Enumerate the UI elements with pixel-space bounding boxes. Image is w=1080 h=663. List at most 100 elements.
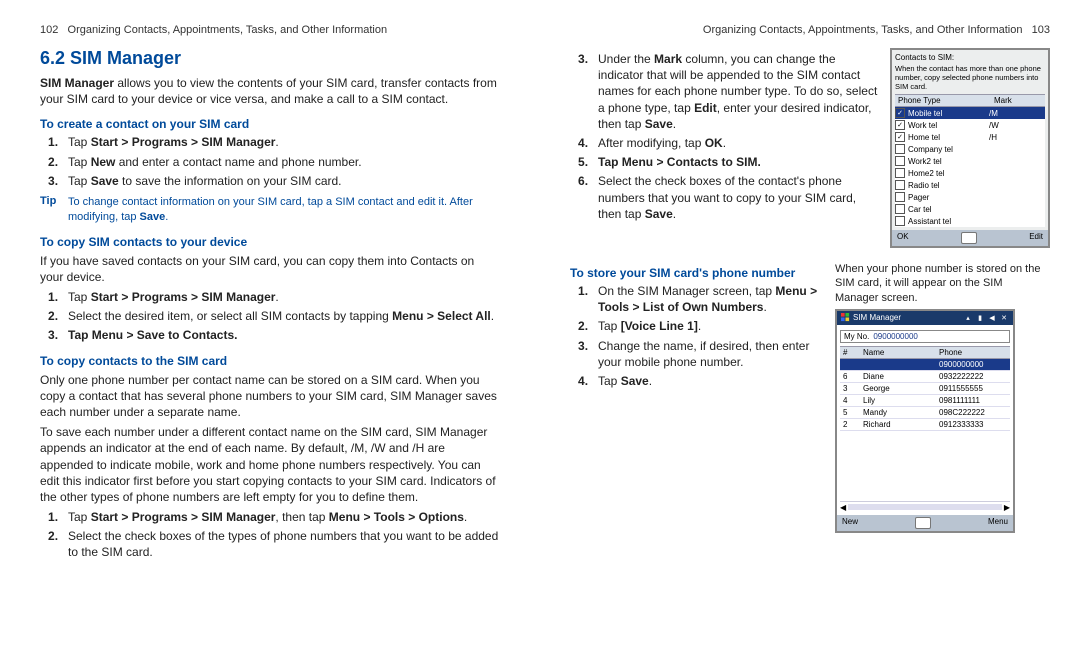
checkbox[interactable]	[895, 168, 905, 178]
checkbox[interactable]	[895, 192, 905, 202]
step: Select the check boxes of the contact's …	[570, 173, 880, 222]
shot1-bottombar: OK Edit	[892, 230, 1048, 246]
page-number: 102	[40, 24, 58, 36]
row-num: 4	[840, 395, 860, 406]
steps-create-contact: Tap Start > Programs > SIM Manager. Tap …	[40, 134, 500, 189]
speaker-icon: ◀	[987, 313, 997, 323]
contact-row[interactable]: 6Diane0932222222	[840, 371, 1010, 383]
tip-label: Tip	[40, 195, 68, 225]
paragraph: If you have saved contacts on your SIM c…	[40, 253, 500, 285]
shot1-header-row: Phone Type Mark	[895, 94, 1045, 107]
running-head-left: 102 Organizing Contacts, Appointments, T…	[40, 24, 500, 36]
caption-own-number: When your phone number is stored on the …	[835, 262, 1045, 305]
phone-type-row[interactable]: ✓Home tel/H	[895, 131, 1045, 143]
row-name: George	[860, 383, 936, 394]
my-number-value: 0900000000	[873, 332, 918, 341]
windows-start-icon[interactable]	[841, 313, 850, 322]
keyboard-icon[interactable]	[915, 517, 931, 529]
phone-type-row[interactable]: Radio tel	[895, 179, 1045, 191]
screenshot-contacts-to-sim: Contacts to SIM: When the contact has mo…	[890, 48, 1050, 248]
my-number-label: My No.	[844, 332, 869, 341]
row-num: 3	[840, 383, 860, 394]
keyboard-icon[interactable]	[961, 232, 977, 244]
row-phone: 0911555555	[936, 383, 986, 394]
shot2-bottombar: New Menu	[837, 515, 1013, 531]
steps-copy-to-sim: Tap Start > Programs > SIM Manager, then…	[40, 509, 500, 561]
steps-copy-to-device: Tap Start > Programs > SIM Manager. Sele…	[40, 289, 500, 344]
shot1-note: When the contact has more than one phone…	[895, 64, 1045, 91]
step: Tap Menu > Contacts to SIM.	[570, 154, 880, 170]
running-head-right: Organizing Contacts, Appointments, Tasks…	[570, 24, 1050, 36]
checkbox[interactable]	[895, 144, 905, 154]
shot1-title: Contacts to SIM:	[895, 53, 1045, 62]
step: Tap Save to save the information on your…	[40, 173, 500, 189]
phone-type-row[interactable]: ✓Mobile tel/M	[895, 107, 1045, 119]
contact-row[interactable]: 5Mandy098C222222	[840, 407, 1010, 419]
intro-paragraph: SIM Manager allows you to view the conte…	[40, 75, 500, 107]
tip-text: To change contact information on your SI…	[68, 195, 500, 225]
step: Tap Start > Programs > SIM Manager.	[40, 134, 500, 150]
step: After modifying, tap OK.	[570, 135, 880, 151]
scrollbar-track[interactable]	[848, 504, 1002, 510]
checkbox[interactable]	[895, 156, 905, 166]
page-number: 103	[1032, 24, 1050, 36]
scroll-left-icon[interactable]: ◀	[840, 503, 846, 512]
page-103: Organizing Contacts, Appointments, Tasks…	[540, 0, 1080, 663]
my-number-field[interactable]: My No. 0900000000	[840, 330, 1010, 343]
menu-softkey[interactable]: Menu	[988, 517, 1008, 529]
row-phone: 0932222222	[936, 371, 987, 382]
step: Tap Start > Programs > SIM Manager.	[40, 289, 500, 305]
contact-row[interactable]: 4Lily0981111111	[840, 395, 1010, 407]
phone-type-row[interactable]: ✓Work tel/W	[895, 119, 1045, 131]
contact-row[interactable]: 3George0911555555	[840, 383, 1010, 395]
shot2-titlebar: SIM Manager ▴ ▮ ◀ ✕	[837, 311, 1013, 325]
phone-type-label: Home2 tel	[908, 169, 986, 178]
row-name: Mandy	[860, 407, 936, 418]
mark-label: /M	[989, 109, 998, 118]
step: Under the Mark column, you can change th…	[570, 51, 880, 132]
phone-type-label: Car tel	[908, 205, 986, 214]
phone-type-label: Mobile tel	[908, 109, 986, 118]
steps-copy-to-sim-cont: Under the Mark column, you can change th…	[570, 51, 880, 222]
checkbox[interactable]: ✓	[895, 108, 905, 118]
step: On the SIM Manager screen, tap Menu > To…	[570, 283, 825, 315]
new-softkey[interactable]: New	[842, 517, 858, 529]
subhead-copy-to-device: To copy SIM contacts to your device	[40, 235, 500, 249]
subhead-create-contact: To create a contact on your SIM card	[40, 117, 500, 131]
step: Tap Start > Programs > SIM Manager, then…	[40, 509, 500, 525]
ok-softkey[interactable]: OK	[897, 232, 909, 244]
phone-type-label: Work2 tel	[908, 157, 986, 166]
close-icon[interactable]: ✕	[999, 313, 1009, 323]
checkbox[interactable]: ✓	[895, 120, 905, 130]
phone-type-row[interactable]: Car tel	[895, 203, 1045, 215]
phone-type-row[interactable]: Assistant tel	[895, 215, 1045, 227]
section-title: 6.2 SIM Manager	[40, 48, 500, 69]
screenshot-sim-manager: SIM Manager ▴ ▮ ◀ ✕ My No. 0900000000	[835, 309, 1015, 533]
phone-type-row[interactable]: Pager	[895, 191, 1045, 203]
scroll-right-icon[interactable]: ▶	[1004, 503, 1010, 512]
contact-row[interactable]: 0900000000	[840, 359, 1010, 371]
col-phone: Phone	[936, 347, 965, 358]
checkbox[interactable]	[895, 204, 905, 214]
row-name: Diane	[860, 371, 936, 382]
row-name	[860, 359, 936, 370]
checkbox[interactable]: ✓	[895, 132, 905, 142]
mark-label: /H	[989, 133, 997, 142]
col-phone-type: Phone Type	[895, 95, 991, 106]
row-phone: 0900000000	[936, 359, 987, 370]
row-name: Richard	[860, 419, 936, 430]
checkbox[interactable]	[895, 216, 905, 226]
row-num	[840, 359, 860, 370]
phone-type-label: Company tel	[908, 145, 986, 154]
edit-softkey[interactable]: Edit	[1029, 232, 1043, 244]
phone-type-row[interactable]: Company tel	[895, 143, 1045, 155]
row-num: 5	[840, 407, 860, 418]
checkbox[interactable]	[895, 180, 905, 190]
phone-type-row[interactable]: Work2 tel	[895, 155, 1045, 167]
row-phone: 0912333333	[936, 419, 987, 430]
paragraph: Only one phone number per contact name c…	[40, 372, 500, 421]
phone-type-row[interactable]: Home2 tel	[895, 167, 1045, 179]
contact-row[interactable]: 2Richard0912333333	[840, 419, 1010, 431]
signal-icon: ▴	[963, 313, 973, 323]
shot2-header-row: # Name Phone	[840, 346, 1010, 359]
